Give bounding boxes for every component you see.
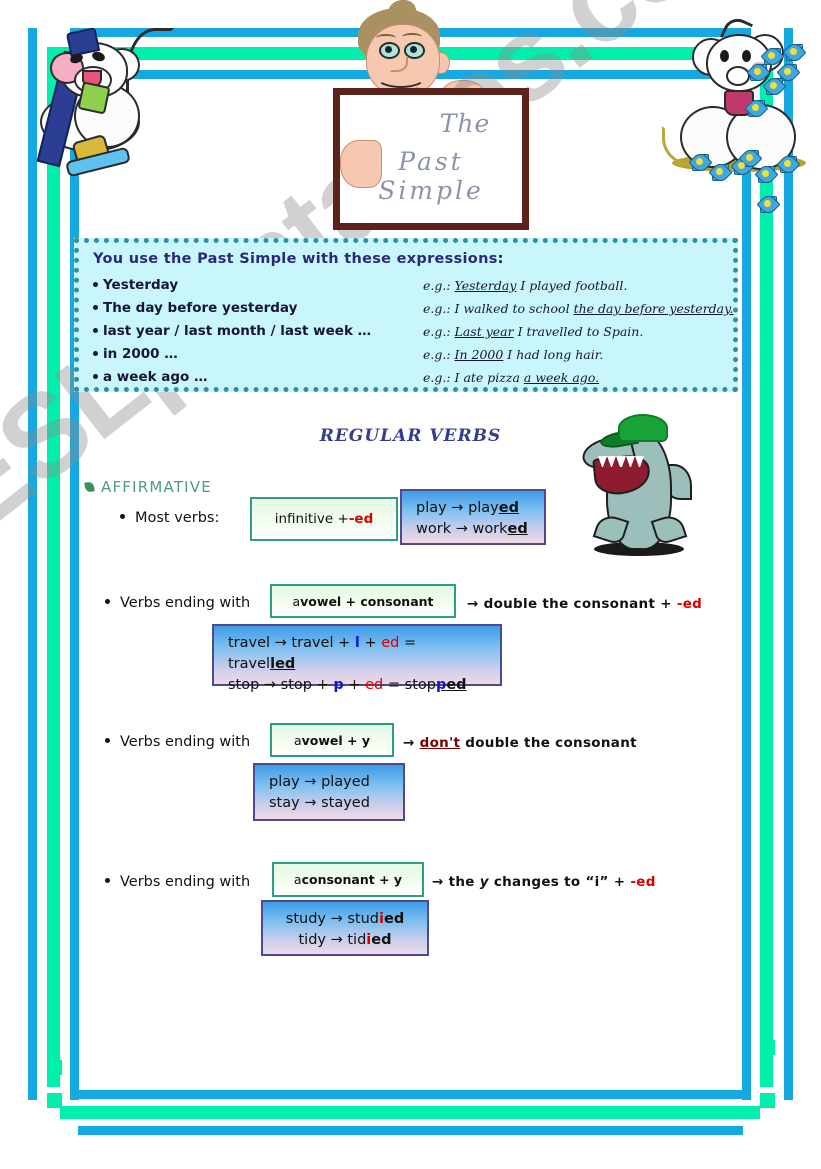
- rule-2-example-line: stop → stop + p + ed = stopped: [228, 677, 467, 694]
- flower-icon: [748, 100, 765, 117]
- rule-2-formula-term: vowel + consonant: [300, 593, 434, 609]
- expression-example: e.g.: I ate pizza a week ago.: [423, 370, 600, 385]
- mouse-with-flowers-clipart: [662, 8, 818, 193]
- bullet-icon: [105, 878, 110, 883]
- rule-3-bullet: Verbs ending with: [105, 734, 250, 750]
- expression-row: last year / last month / last week … e.g…: [93, 323, 733, 346]
- expression-example: e.g.: I walked to school the day before …: [423, 301, 734, 316]
- rule-3-example-line: stay → stayed: [269, 795, 370, 812]
- frame-bottom-line-blue-inner: [78, 1126, 743, 1135]
- frame-bottom-line-blue-outer: [78, 1090, 743, 1099]
- frame-corner-square-bottom-right-lower: [760, 1093, 775, 1108]
- flower-icon: [780, 156, 797, 173]
- expression-term: The day before yesterday: [93, 300, 297, 316]
- expression-example: e.g.: In 2000 I had long hair.: [423, 347, 604, 362]
- leaf-bullet-icon: [84, 481, 95, 493]
- bullet-icon: [93, 304, 98, 310]
- rule-4-formula-article: a: [293, 872, 302, 887]
- section-title-regular-verbs: REGULAR VERBS: [319, 426, 502, 446]
- rule-4-example-line: tidy → tidied: [298, 932, 392, 949]
- boy-pupil-right-icon: [410, 46, 417, 53]
- boy-smile-icon: [376, 66, 426, 88]
- expression-term: Yesterday: [93, 277, 178, 293]
- rule-1-formula-accent: -ed: [348, 511, 374, 527]
- rule-4-formula-term: consonant + y: [301, 872, 403, 887]
- rule-3-arrow-text: → don't double the consonant: [403, 735, 637, 751]
- bullet-icon: [120, 514, 125, 519]
- rule-2-example-line: travel → travel + l + ed = travelled: [228, 635, 417, 673]
- flower-icon: [712, 164, 729, 181]
- mouse-eye-left-icon: [720, 50, 729, 62]
- mouse-snout-icon: [726, 66, 750, 86]
- rule-4-formula-box: a consonant + y: [272, 862, 424, 897]
- rule-1-bullet: Most verbs:: [120, 510, 219, 526]
- rule-1-example-line: play → played: [416, 500, 519, 516]
- mouse-eye-right-icon: [742, 50, 751, 62]
- page-title-line-1: The: [439, 109, 491, 138]
- expression-term: in 2000 …: [93, 346, 178, 362]
- rule-3-formula-article: a: [293, 732, 302, 748]
- flower-icon: [758, 166, 775, 183]
- expression-row: Yesterday e.g.: Yesterday I played footb…: [93, 277, 733, 300]
- flower-icon: [780, 64, 797, 81]
- frame-left-line-blue-inner: [70, 28, 79, 1100]
- rule-1-formula-prefix: infinitive +: [274, 511, 349, 527]
- frame-corner-square-bottom-left-upper: [47, 1060, 62, 1075]
- bullet-icon: [93, 350, 98, 356]
- rule-1-examples-box: play → played work → worked: [400, 489, 546, 545]
- frame-left-line-green: [47, 47, 60, 1087]
- bullet-icon: [93, 281, 98, 287]
- expressions-heading-text: You use the Past Simple with these expre…: [93, 251, 498, 267]
- boy-hand-left-icon: [340, 140, 382, 188]
- rule-4-arrow-text: → the y changes to “i” + -ed: [432, 874, 656, 890]
- expression-row: a week ago … e.g.: I ate pizza a week ag…: [93, 369, 733, 392]
- expression-term: a week ago …: [93, 369, 208, 385]
- frame-corner-square-bottom-left-lower: [47, 1093, 62, 1108]
- bullet-icon: [93, 327, 98, 333]
- bullet-icon: [105, 738, 110, 743]
- rule-1-formula-box: infinitive + -ed: [250, 497, 398, 541]
- shark-teeth-icon: [598, 456, 645, 467]
- expression-term: last year / last month / last week …: [93, 323, 371, 339]
- expressions-heading: You use the Past Simple with these expre…: [93, 251, 504, 267]
- rule-2-formula-article: a: [292, 593, 301, 609]
- expressions-heading-colon: :: [497, 251, 504, 267]
- rule-1-example-line: work → worked: [416, 521, 528, 538]
- flower-icon: [750, 64, 767, 81]
- rule-2-bullet: Verbs ending with: [105, 595, 250, 611]
- boy-pupil-left-icon: [385, 46, 392, 53]
- affirmative-heading: AFFIRMATIVE: [84, 478, 212, 496]
- frame-corner-square-bottom-right-upper: [760, 1040, 775, 1055]
- expressions-box: You use the Past Simple with these expre…: [74, 238, 738, 392]
- expression-example: e.g.: Last year I travelled to Spain.: [423, 324, 644, 339]
- expressions-rows: Yesterday e.g.: Yesterday I played footb…: [93, 277, 734, 392]
- rule-2-examples-box: travel → travel + l + ed = travelled sto…: [212, 624, 502, 693]
- rule-2-arrow-text: → double the consonant + -ed: [467, 596, 703, 612]
- frame-bottom-line-green: [60, 1106, 760, 1119]
- flower-icon: [692, 154, 709, 171]
- expression-row: The day before yesterday e.g.: I walked …: [93, 300, 734, 323]
- rule-4-examples-box: study → studied tidy → tidied: [261, 900, 429, 956]
- rule-3-example-line: play → played: [269, 774, 370, 790]
- rule-3-formula-term: vowel + y: [301, 732, 371, 748]
- flower-icon: [766, 78, 783, 95]
- frame-left-line-blue-outer: [28, 28, 37, 1100]
- expression-row: in 2000 … e.g.: In 2000 I had long hair.: [93, 346, 733, 369]
- rule-2-formula-box: a vowel + consonant: [270, 584, 456, 618]
- rule-3-examples-box: play → played stay → stayed: [253, 763, 405, 821]
- boy-eyebrow-right-icon: [402, 33, 422, 41]
- expression-example: e.g.: Yesterday I played football.: [423, 278, 628, 293]
- flower-icon: [764, 48, 781, 65]
- rule-4-example-line: study → studied: [285, 911, 405, 927]
- bullet-icon: [105, 599, 110, 604]
- flower-icon: [786, 44, 803, 61]
- mouse-scarf-icon: [77, 81, 111, 115]
- boy-eyebrow-left-icon: [376, 34, 396, 42]
- rule-4-bullet: Verbs ending with: [105, 874, 250, 890]
- flower-icon: [760, 196, 777, 213]
- mouse-skateboarder-clipart: [22, 14, 177, 179]
- rule-3-formula-box: a vowel + y: [270, 723, 394, 757]
- bullet-icon: [93, 373, 98, 379]
